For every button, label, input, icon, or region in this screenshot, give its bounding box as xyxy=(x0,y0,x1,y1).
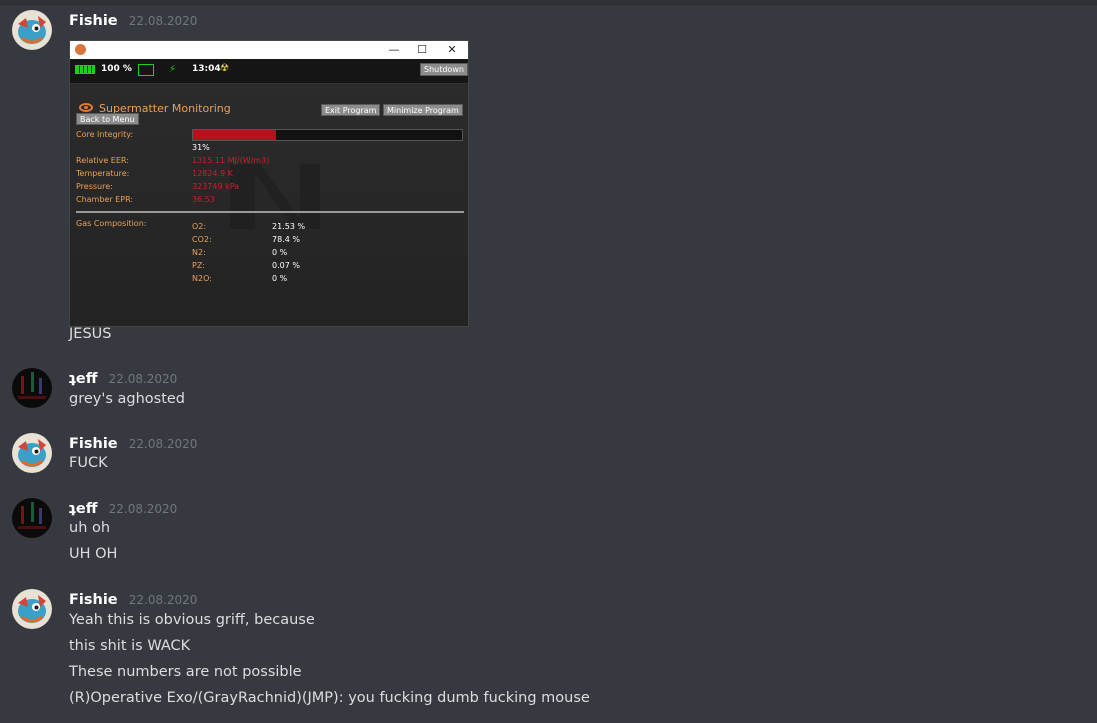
exit-program-button[interactable]: Exit Program xyxy=(321,104,381,116)
message-text: grey's aghosted xyxy=(69,391,186,407)
message-group: ʇeff 22.08.2020 uh oh UH OH xyxy=(0,498,1097,568)
message-text: (R)Operative Exo/(GrayRachnid)(JMP): you… xyxy=(69,690,590,706)
reading-value: 1315.11 MJ/(W/m3) xyxy=(192,156,270,165)
username[interactable]: ʇeff xyxy=(69,371,98,387)
timestamp: 22.08.2020 xyxy=(128,14,198,28)
reading-label: Temperature: xyxy=(76,169,130,178)
eye-icon xyxy=(79,103,93,112)
minimize-program-button[interactable]: Minimize Program xyxy=(383,104,463,116)
back-to-menu-button[interactable]: Back to Menu xyxy=(76,113,139,125)
gas-name: O2: xyxy=(192,222,207,231)
window-titlebar: — ☐ ✕ xyxy=(70,41,468,59)
reading-value: 323749 kPa xyxy=(192,182,240,191)
clock-time: 13:04 xyxy=(192,64,221,74)
username[interactable]: Fishie xyxy=(69,13,118,29)
network-icon xyxy=(138,64,154,76)
gas-value: 78.4 % xyxy=(272,235,300,244)
message-group: Fishie 22.08.2020 FUCK xyxy=(0,433,1097,477)
power-icon: ⚡ xyxy=(169,64,177,75)
message-group: Fishie 22.08.2020 Yeah this is obvious g… xyxy=(0,589,1097,714)
reading-label: Chamber EPR: xyxy=(76,195,134,204)
timestamp: 22.08.2020 xyxy=(108,502,178,516)
reading-value: 36.53 xyxy=(192,195,215,204)
message-group: Fishie 22.08.2020 — ☐ ✕ 100 % ⚡ 13:04 ☢ … xyxy=(0,10,1097,355)
timestamp: 22.08.2020 xyxy=(108,372,178,386)
message-header: Fishie 22.08.2020 xyxy=(69,589,197,608)
message-text: Yeah this is obvious griff, because xyxy=(69,612,315,628)
gas-name: N2O: xyxy=(192,274,212,283)
app-body: 100 % ⚡ 13:04 ☢ Shutdown Exit Program Mi… xyxy=(70,59,468,326)
battery-percent: 100 % xyxy=(101,64,132,74)
gas-name: PZ: xyxy=(192,261,205,270)
gas-value: 21.53 % xyxy=(272,222,306,231)
message-header: ʇeff 22.08.2020 xyxy=(69,368,177,387)
attached-screenshot[interactable]: — ☐ ✕ 100 % ⚡ 13:04 ☢ Shutdown Exit Prog… xyxy=(69,40,469,327)
top-divider-bar xyxy=(0,0,1097,5)
message-text: JESUS xyxy=(69,326,112,342)
message-header: Fishie 22.08.2020 xyxy=(69,433,197,452)
dark-avatar-icon[interactable] xyxy=(12,368,52,408)
gas-value: 0.07 % xyxy=(272,261,300,270)
message-text: this shit is WACK xyxy=(69,638,191,654)
gas-composition-label: Gas Composition: xyxy=(76,219,147,228)
core-integrity-label: Core Integrity: xyxy=(76,130,134,139)
minimize-window-icon[interactable]: — xyxy=(382,42,406,58)
core-integrity-value: 31% xyxy=(192,143,210,152)
gas-name: CO2: xyxy=(192,235,212,244)
message-text: UH OH xyxy=(69,546,118,562)
maximize-window-icon[interactable]: ☐ xyxy=(410,42,434,58)
reading-label: Pressure: xyxy=(76,182,113,191)
fish-avatar-icon[interactable] xyxy=(12,589,52,629)
reading-value: 12824.9 K xyxy=(192,169,233,178)
core-integrity-bar-fill xyxy=(193,130,277,140)
fish-avatar-icon[interactable] xyxy=(12,10,52,50)
app-logo-icon xyxy=(75,44,86,55)
gas-name: N2: xyxy=(192,248,206,257)
radiation-icon: ☢ xyxy=(220,63,229,74)
timestamp: 22.08.2020 xyxy=(128,437,198,451)
timestamp: 22.08.2020 xyxy=(128,593,198,607)
fish-avatar-icon[interactable] xyxy=(12,433,52,473)
reading-label: Relative EER: xyxy=(76,156,129,165)
username[interactable]: ʇeff xyxy=(69,501,98,517)
close-window-icon[interactable]: ✕ xyxy=(440,42,464,58)
message-text: FUCK xyxy=(69,455,108,471)
section-divider xyxy=(76,211,464,213)
core-integrity-bar xyxy=(192,129,463,141)
message-header: ʇeff 22.08.2020 xyxy=(69,498,177,517)
dark-avatar-icon[interactable] xyxy=(12,498,52,538)
username[interactable]: Fishie xyxy=(69,436,118,452)
gas-value: 0 % xyxy=(272,248,288,257)
username[interactable]: Fishie xyxy=(69,592,118,608)
shutdown-button[interactable]: Shutdown xyxy=(420,63,468,76)
message-text: These numbers are not possible xyxy=(69,664,302,680)
battery-icon xyxy=(75,65,95,74)
status-bar: 100 % ⚡ 13:04 ☢ Shutdown xyxy=(70,59,468,84)
message-text: uh oh xyxy=(69,520,111,536)
gas-value: 0 % xyxy=(272,274,288,283)
message-header: Fishie 22.08.2020 xyxy=(69,10,197,29)
message-group: ʇeff 22.08.2020 grey's aghosted xyxy=(0,368,1097,412)
